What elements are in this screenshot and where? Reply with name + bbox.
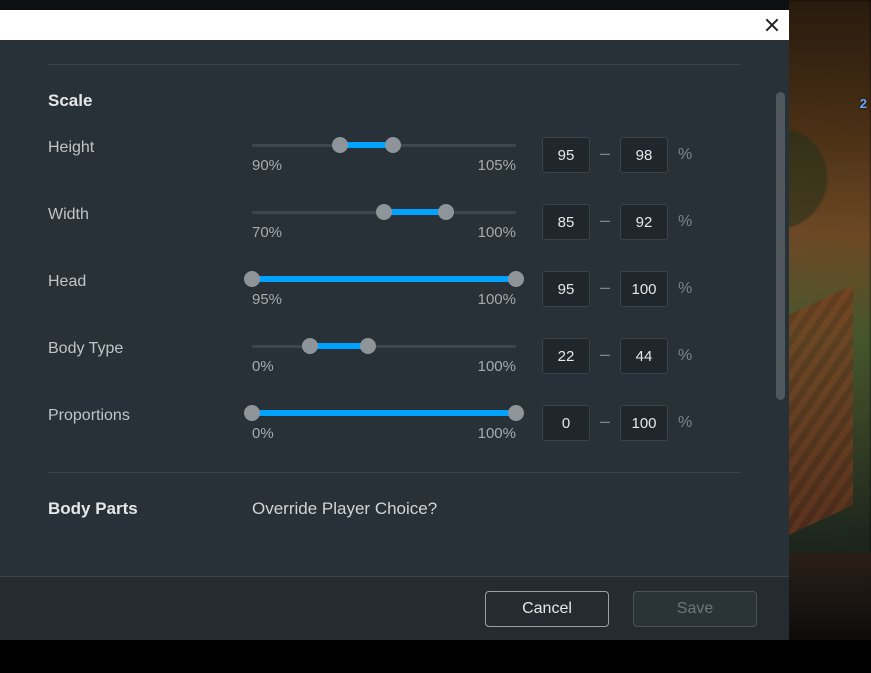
range-unit: % [678,213,692,231]
slider-max-label: 100% [478,358,516,375]
range-max-input-bodytype[interactable] [620,338,668,374]
range-inputs-width: –% [542,204,741,240]
slider-handle-max[interactable] [508,405,524,421]
range-dash: – [600,411,610,432]
range-max-input-head[interactable] [620,271,668,307]
slider-min-label: 70% [252,224,282,241]
slider-width: 70% 100% [252,204,516,241]
slider-min-label: 95% [252,291,282,308]
section-divider [48,472,741,473]
slider-handle-max[interactable] [438,204,454,220]
slider-min-label: 0% [252,425,274,442]
scale-row-height: Height 90% 105% –% [48,137,741,174]
range-inputs-head: –% [542,271,741,307]
range-max-input-width[interactable] [620,204,668,240]
scale-section-title: Scale [48,91,741,111]
range-min-input-proportions[interactable] [542,405,590,441]
scrollbar-thumb[interactable] [776,92,785,400]
slider-handle-max[interactable] [508,271,524,287]
range-unit: % [678,146,692,164]
slider-track[interactable] [252,345,516,348]
range-inputs-bodytype: –% [542,338,741,374]
slider-handle-min[interactable] [332,137,348,153]
slider-handle-min[interactable] [244,271,260,287]
slider-proportions: 0% 100% [252,405,516,442]
slider-max-label: 100% [478,291,516,308]
body-parts-override-question: Override Player Choice? [252,499,741,519]
game-bottom-bar [0,640,871,673]
range-inputs-height: –% [542,137,741,173]
slider-max-label: 100% [478,224,516,241]
slider-height: 90% 105% [252,137,516,174]
scale-label-bodytype: Body Type [48,338,226,358]
range-dash: – [600,210,610,231]
range-inputs-proportions: –% [542,405,741,441]
slider-handle-max[interactable] [360,338,376,354]
scale-label-head: Head [48,271,226,291]
distance-marker: 2 [860,96,867,111]
slider-range [252,410,516,416]
slider-max-label: 105% [478,157,516,174]
range-unit: % [678,347,692,365]
range-dash: – [600,143,610,164]
scale-label-height: Height [48,137,226,157]
slider-handle-min[interactable] [376,204,392,220]
slider-range [252,276,516,282]
range-unit: % [678,280,692,298]
slider-bodytype: 0% 100% [252,338,516,375]
scale-label-proportions: Proportions [48,405,226,425]
cancel-button[interactable]: Cancel [485,591,609,627]
body-parts-row: Body Parts Override Player Choice? [48,499,741,519]
range-min-input-bodytype[interactable] [542,338,590,374]
slider-range [384,209,446,215]
range-dash: – [600,277,610,298]
modal-scroll-area: Scale Height 90% 105% –% Width 70% 100% –% Head 9… [0,40,789,576]
slider-handle-min[interactable] [244,405,260,421]
save-button: Save [633,591,757,627]
body-parts-title: Body Parts [48,499,226,519]
slider-handle-min[interactable] [302,338,318,354]
slider-max-label: 100% [478,425,516,442]
range-min-input-width[interactable] [542,204,590,240]
modal-header-bar [0,10,789,40]
range-min-input-height[interactable] [542,137,590,173]
scale-row-width: Width 70% 100% –% [48,204,741,241]
scale-row-head: Head 95% 100% –% [48,271,741,308]
slider-handle-max[interactable] [385,137,401,153]
range-max-input-proportions[interactable] [620,405,668,441]
avatar-settings-modal: Scale Height 90% 105% –% Width 70% 100% –% Head 9… [0,40,789,640]
slider-min-label: 90% [252,157,282,174]
modal-top-strip [0,0,789,10]
range-min-input-head[interactable] [542,271,590,307]
range-unit: % [678,414,692,432]
close-icon[interactable] [764,17,780,33]
range-max-input-height[interactable] [620,137,668,173]
scale-row-bodytype: Body Type 0% 100% –% [48,338,741,375]
scale-label-width: Width [48,204,226,224]
section-divider [48,64,741,65]
slider-min-label: 0% [252,358,274,375]
modal-footer: Cancel Save [0,576,789,640]
scale-row-proportions: Proportions 0% 100% –% [48,405,741,442]
range-dash: – [600,344,610,365]
slider-head: 95% 100% [252,271,516,308]
